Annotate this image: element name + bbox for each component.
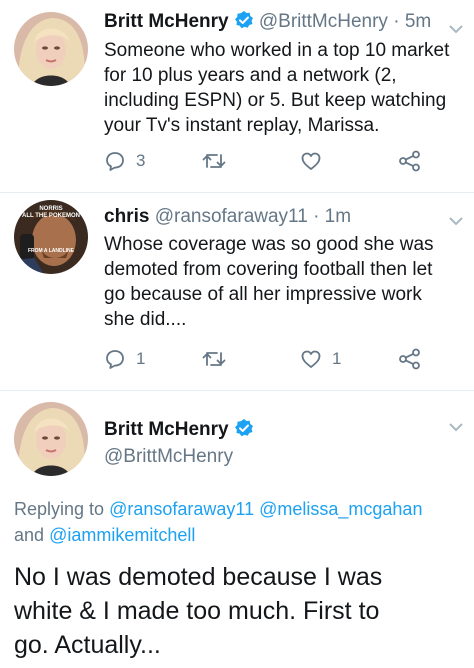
like-count: 1 (332, 349, 342, 368)
retweet-icon (201, 150, 227, 172)
mention-link[interactable]: @ransofaraway11 (109, 499, 254, 519)
avatar-chris[interactable]: NORRIS ALL THE POKEMON FROM A LANDLINE (14, 200, 88, 274)
share-button[interactable] (398, 348, 422, 370)
retweet-icon (201, 348, 227, 370)
verified-badge-icon (234, 10, 254, 36)
tweet-line: your Tv's instant replay, Marissa. (104, 115, 380, 136)
reply-icon (104, 348, 126, 370)
divider (0, 192, 474, 193)
tweet-line: go because of all her impressive work (104, 284, 422, 305)
like-icon (300, 150, 322, 172)
avatar-britt[interactable] (14, 402, 88, 476)
share-icon (398, 348, 422, 370)
avatar-britt[interactable] (14, 12, 88, 86)
tweet-line: Someone who worked in a top 10 market (104, 40, 450, 61)
replying-to: Replying to @ransofaraway11 @melissa_mcg… (14, 496, 422, 548)
author-handle[interactable]: @BrittMcHenry (259, 11, 388, 32)
avatar-meme-text: NORRIS ALL THE POKEMON (22, 206, 80, 219)
divider (0, 390, 474, 391)
tweet-line: No I was demoted because I was (14, 563, 383, 591)
reply-count: 3 (136, 151, 146, 170)
reply-count: 1 (136, 349, 146, 368)
timestamp[interactable]: 5m (405, 11, 431, 32)
tweet-line: white & I made too much. First to (14, 597, 380, 625)
share-button[interactable] (398, 150, 422, 172)
author-handle[interactable]: @ransofaraway11 (155, 206, 308, 227)
retweet-button[interactable] (201, 348, 237, 370)
timestamp[interactable]: 1m (325, 206, 351, 227)
mention-link[interactable]: @melissa_mcgahan (259, 499, 422, 519)
author-name[interactable]: Britt McHenry (104, 11, 229, 32)
like-button[interactable] (300, 150, 332, 172)
tweet-line: she did.... (104, 309, 187, 330)
tweet-text: Whose coverage was so good she was demot… (104, 232, 434, 332)
chevron-down-icon[interactable] (446, 22, 466, 36)
reply-button[interactable]: 3 (104, 150, 145, 172)
chevron-down-icon[interactable] (446, 420, 466, 434)
focused-tweet-text: No I was demoted because I was white & I… (14, 560, 382, 662)
replying-prefix: Replying to (14, 499, 105, 519)
tweet-line: go. Actually... (14, 631, 161, 659)
meta-separator: · (313, 206, 320, 227)
chevron-down-icon[interactable] (446, 214, 466, 228)
avatar-meme-text-bottom: FROM A LANDLINE (27, 248, 74, 254)
reply-button[interactable]: 1 (104, 348, 145, 370)
share-icon (398, 150, 422, 172)
mention-link[interactable]: @iammikemitchell (49, 525, 195, 545)
retweet-button[interactable] (201, 150, 237, 172)
verified-badge-icon (234, 418, 254, 444)
like-button[interactable]: 1 (300, 348, 341, 370)
reply-icon (104, 150, 126, 172)
tweet-line: demoted from covering football then let (104, 259, 433, 280)
author-name[interactable]: Britt McHenry (104, 419, 229, 440)
author-handle[interactable]: @BrittMcHenry (104, 446, 233, 467)
like-icon (300, 348, 322, 370)
author-name[interactable]: chris (104, 206, 149, 227)
tweet-line: Whose coverage was so good she was (104, 234, 434, 255)
tweet-line: including ESPN) or 5. But keep watching (104, 90, 447, 111)
replying-and: and (14, 525, 45, 545)
tweet-text: Someone who worked in a top 10 market fo… (104, 38, 449, 138)
tweet-line: for 10 plus years and a network (2, (104, 65, 397, 86)
meta-separator: · (393, 11, 400, 32)
